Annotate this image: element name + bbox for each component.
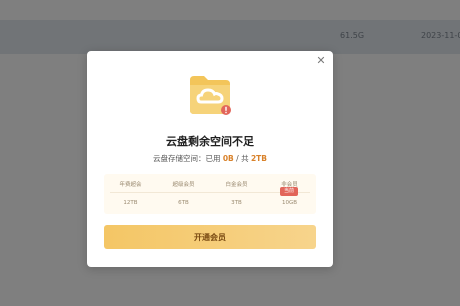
open-membership-button[interactable]: 开通会员 bbox=[104, 225, 316, 249]
storage-full-dialog: ✕ 云盘剩余空间不足 云盘存储空间：已用 0B / 共 2TB 年费超会 超级会… bbox=[87, 51, 333, 267]
plan-value-free: 10GB bbox=[281, 200, 298, 206]
usage-separator: / 共 bbox=[236, 154, 251, 163]
usage-label: 云盘存储空间：已用 bbox=[152, 154, 221, 163]
page: 61.5G 2023-11-06 ✕ 云盘剩余空间不足 云盘存储空间：已用 0B… bbox=[0, 0, 460, 306]
usage-used: 0B bbox=[222, 154, 234, 163]
plan-header-svip: 超级会员 bbox=[172, 182, 195, 188]
warning-badge-icon bbox=[221, 105, 231, 115]
plan-header-annual-svip: 年费超会 bbox=[119, 182, 142, 188]
plan-value-row: 12TB 6TB 3TB 10GB bbox=[104, 200, 316, 206]
current-plan-badge: 当前 bbox=[280, 187, 298, 196]
plan-value-annual-svip: 12TB bbox=[123, 200, 138, 206]
plan-value-platinum: 3TB bbox=[231, 200, 242, 206]
storage-usage: 云盘存储空间：已用 0B / 共 2TB bbox=[87, 153, 333, 164]
cloud-folder-icon bbox=[190, 76, 231, 115]
plan-header-platinum: 白金会员 bbox=[225, 182, 248, 188]
dialog-title: 云盘剩余空间不足 bbox=[166, 135, 254, 148]
close-icon[interactable]: ✕ bbox=[315, 55, 327, 67]
usage-total: 2TB bbox=[250, 154, 268, 163]
plan-value-svip: 6TB bbox=[178, 200, 189, 206]
